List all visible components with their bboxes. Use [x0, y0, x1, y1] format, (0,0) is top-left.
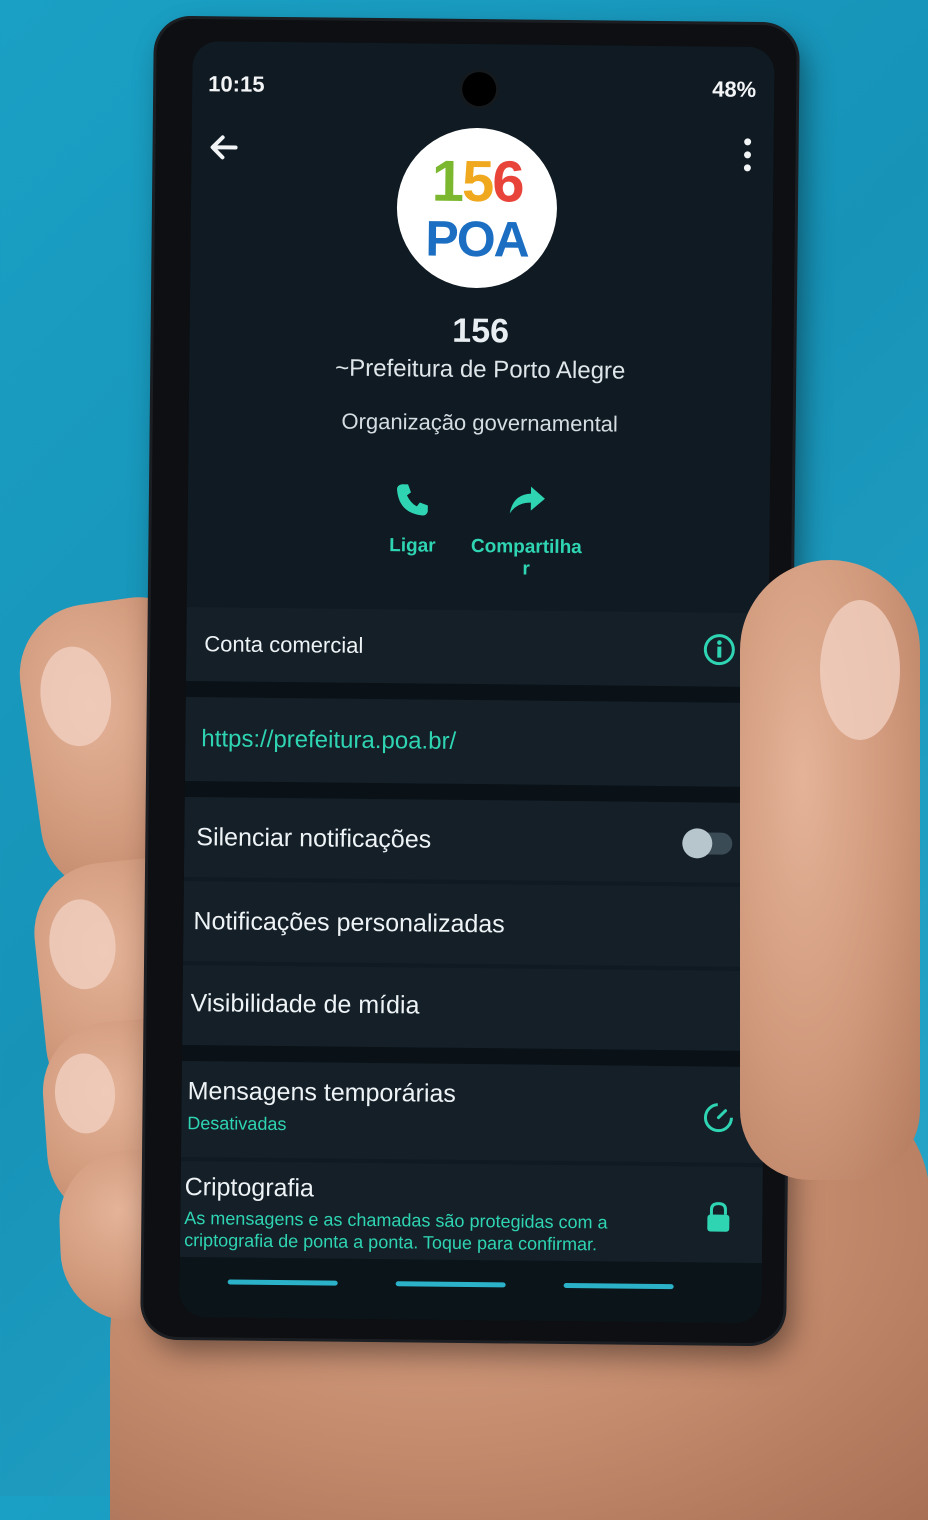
call-label: Ligar — [389, 535, 436, 557]
nav-indicator — [395, 1281, 506, 1288]
nav-indicator — [227, 1279, 338, 1286]
mute-toggle[interactable] — [682, 828, 733, 859]
logo-digit-6: 6 — [492, 149, 523, 215]
disappearing-messages-label: Mensagens temporárias — [187, 1077, 457, 1108]
call-button[interactable]: Ligar — [347, 479, 478, 558]
encryption-label: Criptografia — [184, 1173, 315, 1203]
back-arrow-icon[interactable] — [205, 129, 241, 165]
lock-icon — [707, 1202, 730, 1232]
website-link[interactable]: https://prefeitura.poa.br/ — [201, 725, 456, 756]
website-row[interactable]: https://prefeitura.poa.br/ — [184, 697, 768, 788]
mute-notifications-label: Silenciar notificações — [196, 823, 432, 854]
thumb — [740, 560, 920, 1180]
smartphone: 10:15 48% 156 POA 156 ~Prefeitura de Por… — [143, 18, 797, 1344]
status-time: 10:15 — [208, 71, 265, 97]
info-icon[interactable] — [702, 632, 736, 666]
share-button[interactable]: Compartilha r — [461, 480, 592, 581]
profile-subtitle: ~Prefeitura de Porto Alegre — [335, 354, 626, 385]
disappearing-messages-row[interactable]: Mensagens temporárias Desativadas — [180, 1061, 764, 1164]
custom-notifications-row[interactable]: Notificações personalizadas — [183, 881, 766, 968]
custom-notifications-label: Notificações personalizadas — [193, 907, 505, 939]
battery-level: 48% — [712, 76, 757, 102]
profile-name: 156 — [452, 311, 510, 351]
media-visibility-label: Visibilidade de mídia — [190, 989, 420, 1020]
phone-icon — [397, 484, 428, 516]
logo-digit-5: 5 — [461, 148, 493, 215]
overflow-menu-icon[interactable] — [741, 137, 753, 173]
toggle-knob — [682, 828, 713, 859]
status-bar: 10:15 48% — [208, 71, 756, 107]
encryption-row[interactable]: Criptografia As mensagens e as chamadas … — [179, 1160, 763, 1264]
nav-indicator — [563, 1283, 674, 1290]
share-icon — [509, 486, 545, 514]
navigation-bar — [179, 1256, 762, 1324]
logo-digit-1: 1 — [431, 148, 463, 214]
media-visibility-row[interactable]: Visibilidade de mídia — [182, 965, 765, 1052]
business-category: Organização governamental — [341, 408, 619, 437]
logo-text: POA — [425, 210, 529, 268]
encryption-description: As mensagens e as chamadas são protegida… — [184, 1208, 608, 1255]
whatsapp-business-profile-screen: 10:15 48% 156 POA 156 ~Prefeitura de Por… — [179, 41, 775, 1324]
business-account-row[interactable]: Conta comercial — [185, 607, 769, 688]
profile-logo[interactable]: 156 POA — [396, 127, 558, 289]
logo-number: 156 — [397, 147, 558, 216]
business-account-label: Conta comercial — [204, 631, 364, 658]
mute-notifications-row[interactable]: Silenciar notificações — [183, 797, 767, 884]
share-label: Compartilha r — [470, 536, 582, 580]
timer-icon — [703, 1103, 733, 1133]
disappearing-messages-status: Desativadas — [187, 1113, 287, 1135]
